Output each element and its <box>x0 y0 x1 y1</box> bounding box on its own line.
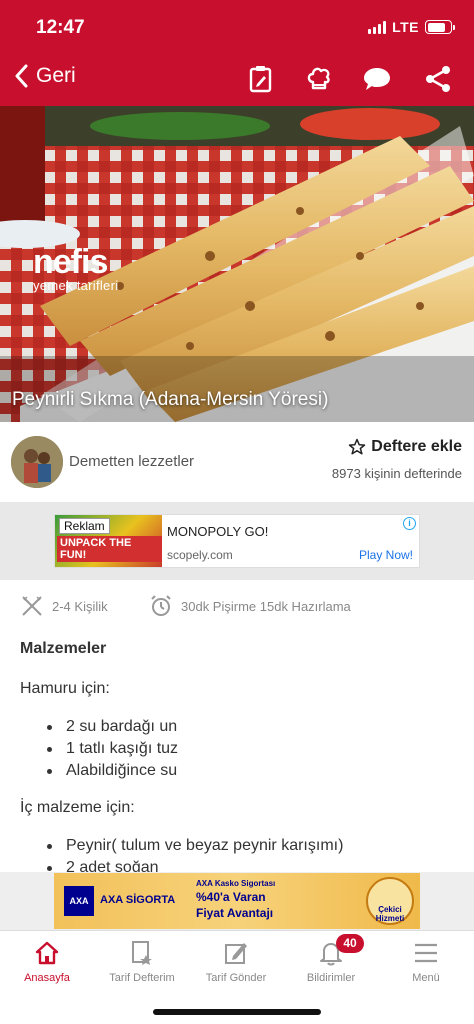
alarm-clock-icon <box>151 595 171 616</box>
home-icon <box>35 941 59 965</box>
notebook-icon <box>132 941 152 965</box>
axa-promo-line3: Fiyat Avantajı <box>196 906 274 920</box>
ad-cta-button[interactable]: Play Now! <box>359 548 413 562</box>
comments-button[interactable] <box>362 64 392 94</box>
chef-button[interactable] <box>304 64 334 94</box>
ad-label: Reklam <box>59 518 110 534</box>
list-item: 2 su bardağı un <box>44 716 460 738</box>
ad-url: scopely.com <box>167 548 233 562</box>
author-photo <box>11 436 63 488</box>
hamburger-menu-icon <box>415 943 437 963</box>
bottom-ad-area: AXA AXA SİGORTA AXA Kasko Sigortası %40'… <box>0 872 474 930</box>
clipboard-edit-icon <box>249 66 272 93</box>
logo-main-text: nefis <box>33 243 108 281</box>
avatar[interactable] <box>11 436 63 488</box>
chevron-left-icon <box>15 64 28 88</box>
add-to-notebook-button[interactable]: Deftere ekle <box>348 438 462 456</box>
recipe-meta: 2-4 Kişilik 30dk Pişirme 15dk Hazırlama <box>0 590 474 624</box>
ad-banner-area: Reklam UNPACK THE FUN! MONOPOLY GO! scop… <box>0 502 474 580</box>
signal-icon <box>368 20 387 34</box>
ad-image-caption: UNPACK THE FUN! <box>57 536 162 562</box>
notification-badge: 40 <box>336 934 364 953</box>
axa-logo: AXA <box>64 886 94 916</box>
servings-text: 2-4 Kişilik <box>52 598 108 614</box>
recipe-note-button[interactable] <box>246 64 276 94</box>
list-item: Alabildiğince su <box>44 760 460 782</box>
list-item: Peynir( tulum ve beyaz peynir karışımı) <box>44 835 460 857</box>
battery-icon <box>425 20 455 34</box>
saved-count: 8973 kişinin defterinde <box>331 466 462 481</box>
group-title: İç malzeme için: <box>20 799 135 816</box>
axa-promo-line2: %40'a Varan <box>196 890 266 904</box>
recipe-hero-image[interactable]: nefis yemek tarifleri <box>0 106 474 422</box>
group-title: Hamuru için: <box>20 680 110 697</box>
time-text: 30dk Pişirme 15dk Hazırlama <box>181 598 351 614</box>
utensils-icon <box>22 596 42 616</box>
chat-bubble-icon <box>364 68 390 90</box>
tab-send-recipe[interactable]: Tarif Gönder <box>189 939 283 984</box>
servings-info: 2-4 Kişilik <box>20 594 108 618</box>
network-type: LTE <box>392 19 419 35</box>
tab-label: Tarif Defterim <box>109 972 175 984</box>
tab-notifications[interactable]: 40 Bildirimler <box>284 934 378 984</box>
add-to-notebook-label: Deftere ekle <box>371 438 462 455</box>
tab-home[interactable]: Anasayfa <box>0 939 94 984</box>
tab-label: Anasayfa <box>24 972 70 984</box>
nefis-logo: nefis yemek tarifleri <box>33 243 118 293</box>
share-button[interactable] <box>423 64 453 94</box>
status-time: 12:47 <box>36 17 85 38</box>
time-info: 30dk Pişirme 15dk Hazırlama <box>149 594 351 618</box>
recipe-title: Peynirli Sıkma (Adana-Mersin Yöresi) <box>12 389 329 410</box>
info-icon[interactable]: i <box>403 517 416 530</box>
back-button[interactable]: Geri <box>14 64 76 88</box>
send-recipe-icon <box>225 943 247 964</box>
axa-promo-line1: AXA Kasko Sigortası <box>196 879 276 888</box>
logo-sub-text: yemek tarifleri <box>33 278 119 293</box>
author-row: Demetten lezzetler Deftere ekle 8973 kiş… <box>0 422 474 502</box>
home-indicator <box>153 1009 321 1015</box>
tab-label: Menü <box>412 972 440 984</box>
author-name[interactable]: Demetten lezzetler <box>69 453 194 470</box>
back-label: Geri <box>36 64 76 87</box>
status-bar: 12:47 LTE <box>0 0 474 52</box>
star-outline-icon <box>349 438 366 455</box>
list-item: 1 tatlı kaşığı tuz <box>44 738 460 760</box>
tab-recipe-notebook[interactable]: Tarif Defterim <box>95 939 189 984</box>
nav-bar: Geri <box>0 52 474 106</box>
chef-hat-icon <box>307 67 330 90</box>
axa-brand: AXA SİGORTA <box>100 894 176 906</box>
ingredients-section: Malzemeler Hamuru için: 2 su bardağı un … <box>20 640 460 879</box>
tab-label: Bildirimler <box>306 972 356 984</box>
status-indicators: LTE <box>368 19 455 35</box>
share-icon <box>426 66 450 92</box>
monopoly-ad[interactable]: Reklam UNPACK THE FUN! MONOPOLY GO! scop… <box>54 514 420 568</box>
ingredient-list: 2 su bardağı un 1 tatlı kaşığı tuz Alabi… <box>20 716 460 782</box>
axa-badge: Çekici Hizmeti <box>366 877 414 925</box>
ad-title: MONOPOLY GO! <box>167 524 269 539</box>
ad-image: Reklam UNPACK THE FUN! <box>55 515 162 567</box>
section-title: Malzemeler <box>20 640 107 657</box>
tab-label: Tarif Gönder <box>205 972 267 984</box>
tab-menu[interactable]: Menü <box>379 939 473 984</box>
axa-ad[interactable]: AXA AXA SİGORTA AXA Kasko Sigortası %40'… <box>54 873 420 929</box>
